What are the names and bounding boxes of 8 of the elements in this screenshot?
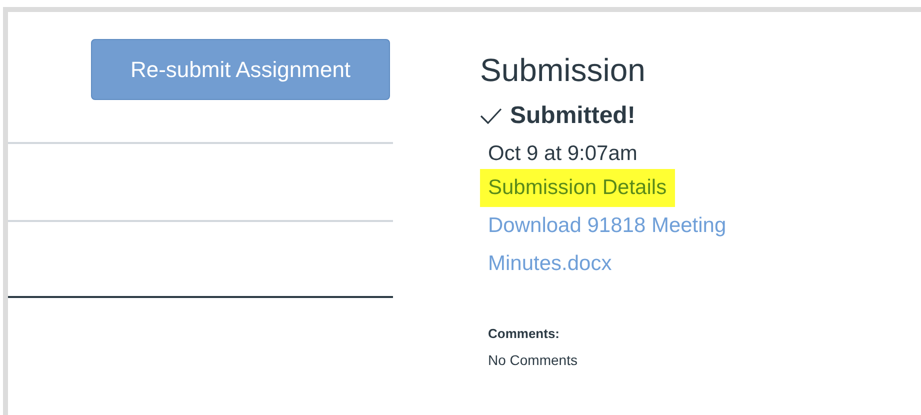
status-text: Submitted! [510,101,636,131]
resubmit-button[interactable]: Re-submit Assignment [91,39,390,100]
submission-link[interactable]: Submission Details [480,169,675,207]
submission-link[interactable]: Download 91818 Meeting Minutes.docx [488,207,798,283]
submission-date: Oct 9 at 9:07am [488,141,638,167]
section-title: Submission [480,51,646,90]
comments-label: Comments: [488,325,560,343]
comments-text: No Comments [488,351,578,369]
